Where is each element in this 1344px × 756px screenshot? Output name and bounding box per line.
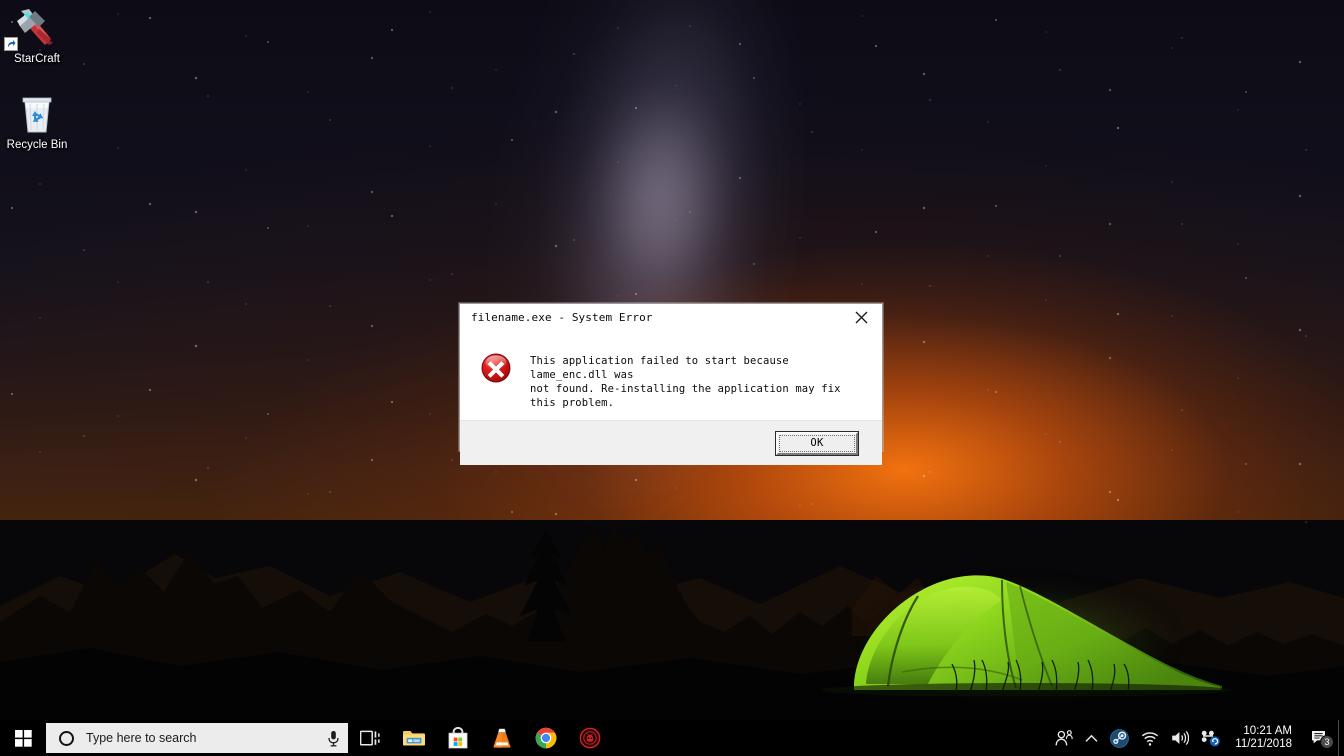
taskbar-button-vlc-media-player[interactable] bbox=[480, 720, 524, 756]
windows-logo-icon bbox=[14, 729, 32, 747]
taskbar-button-task-view[interactable] bbox=[348, 720, 392, 756]
taskbar-clock[interactable]: 10:21 AM 11/21/2018 bbox=[1227, 720, 1304, 756]
desktop-icon-recycle-bin[interactable]: Recycle Bin bbox=[0, 90, 74, 152]
desktop-icon-starcraft[interactable]: StarCraft bbox=[0, 4, 74, 66]
tray-icon-network[interactable] bbox=[1135, 720, 1165, 756]
clock-date: 11/21/2018 bbox=[1235, 738, 1292, 750]
dialog-message: This application failed to start because… bbox=[530, 355, 841, 409]
steam-icon bbox=[1110, 728, 1130, 748]
chevron-up-icon bbox=[1085, 734, 1098, 742]
ok-button-label: OK bbox=[810, 437, 824, 449]
clock-time: 10:21 AM bbox=[1243, 725, 1292, 737]
dialog-title-bar[interactable]: filename.exe - System Error bbox=[460, 304, 882, 330]
search-input[interactable]: Type here to search bbox=[46, 723, 348, 753]
microsoft-store-icon bbox=[448, 727, 468, 749]
tray-icon-volume[interactable] bbox=[1165, 720, 1195, 756]
tray-icon-sync[interactable] bbox=[1195, 720, 1227, 756]
taskbar-button-file-explorer[interactable] bbox=[392, 720, 436, 756]
taskbar-button-google-chrome[interactable] bbox=[524, 720, 568, 756]
taskbar-button-red-app[interactable] bbox=[568, 720, 612, 756]
speaker-icon bbox=[1172, 731, 1190, 745]
start-button[interactable] bbox=[0, 720, 46, 756]
sync-icon bbox=[1202, 730, 1221, 746]
recycle-bin-icon bbox=[0, 90, 74, 136]
search-placeholder: Type here to search bbox=[86, 731, 197, 745]
cortana-circle-icon bbox=[59, 730, 74, 746]
taskbar[interactable]: Type here to search 10:21 AM 11/21/2018 … bbox=[0, 720, 1344, 756]
error-icon bbox=[480, 352, 512, 384]
shortcut-overlay-icon bbox=[4, 37, 18, 51]
camping-tent bbox=[806, 556, 1236, 696]
system-tray[interactable]: 10:21 AM 11/21/2018 3 bbox=[1049, 720, 1344, 756]
desktop-icon-label: Recycle Bin bbox=[6, 139, 68, 151]
notification-badge: 3 bbox=[1320, 735, 1334, 749]
wifi-icon bbox=[1142, 731, 1159, 746]
dialog-body: This application failed to start because… bbox=[460, 330, 882, 420]
file-explorer-icon bbox=[403, 731, 425, 746]
dialog-footer: OK bbox=[460, 420, 882, 465]
tray-icon-people[interactable] bbox=[1049, 720, 1079, 756]
taskbar-button-microsoft-store[interactable] bbox=[436, 720, 480, 756]
microphone-icon[interactable] bbox=[327, 730, 340, 747]
ok-button[interactable]: OK bbox=[775, 430, 859, 456]
milky-way-core-glow bbox=[560, 40, 760, 340]
tray-icon-steam[interactable] bbox=[1104, 720, 1135, 756]
people-icon bbox=[1055, 729, 1074, 745]
desktop-icon-label: StarCraft bbox=[13, 53, 60, 65]
tray-show-hidden-icons[interactable] bbox=[1079, 720, 1104, 756]
show-desktop-button[interactable] bbox=[1338, 720, 1344, 756]
starcraft-shortcut-icon bbox=[0, 4, 74, 51]
chrome-icon bbox=[535, 727, 557, 749]
close-icon[interactable] bbox=[840, 304, 882, 330]
dialog-title: filename.exe - System Error bbox=[471, 310, 653, 324]
red-circle-app-icon bbox=[579, 727, 601, 749]
vlc-cone-icon bbox=[493, 728, 511, 748]
system-error-dialog[interactable]: filename.exe - System Error This applica… bbox=[459, 303, 883, 465]
task-view-icon bbox=[360, 730, 380, 746]
action-center-button[interactable]: 3 bbox=[1304, 720, 1338, 756]
